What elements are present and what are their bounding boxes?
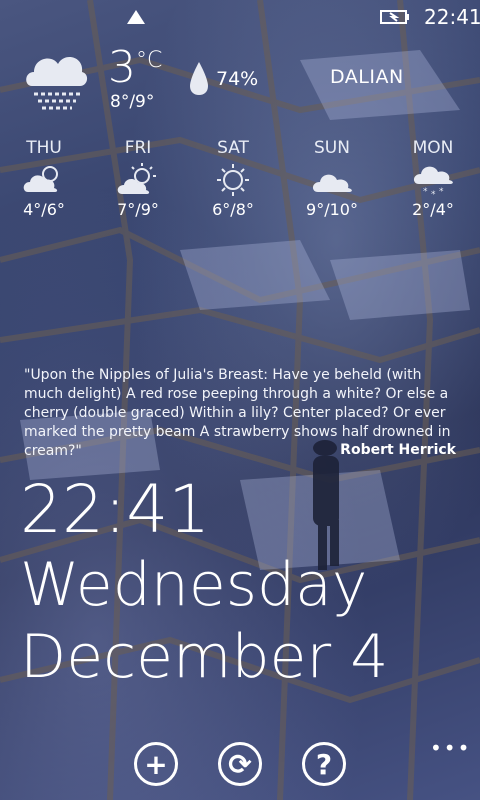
- cloud-icon: [312, 174, 352, 192]
- current-weather[interactable]: 3°C 8°/9° 74% DALIAN: [22, 42, 472, 124]
- add-button[interactable]: +: [134, 742, 178, 786]
- forecast-range: 9°/10°: [306, 200, 358, 219]
- forecast-day-name: THU: [26, 138, 62, 158]
- forecast-day[interactable]: SAT 6°/8°: [193, 138, 273, 219]
- forecast-day[interactable]: THU 4°/6°: [4, 138, 84, 219]
- forecast-range: 2°/4°: [412, 200, 454, 219]
- quote-author: Robert Herrick: [340, 442, 456, 458]
- lock-weekday: Wednesday: [20, 550, 368, 620]
- forecast-day[interactable]: MON * * * 2°/4°: [393, 138, 473, 219]
- refresh-icon: ⟳: [228, 747, 252, 781]
- status-bar: 22:41: [0, 0, 480, 36]
- city-name[interactable]: DALIAN: [330, 66, 404, 88]
- help-icon: ?: [315, 747, 333, 781]
- lock-time: 22:41: [20, 471, 211, 548]
- forecast-day-name: SAT: [217, 138, 249, 158]
- battery-charging-icon: [380, 10, 409, 24]
- app-bar: + ⟳ ? •••: [0, 730, 480, 800]
- svg-text:*: *: [423, 187, 428, 197]
- forecast-day-name: FRI: [124, 138, 152, 158]
- forecast-day-name: SUN: [314, 138, 350, 158]
- status-clock: 22:41: [424, 5, 480, 29]
- help-button[interactable]: ?: [302, 742, 346, 786]
- svg-text:*: *: [431, 190, 436, 198]
- forecast-range: 7°/9°: [117, 200, 159, 219]
- temperature-unit: °C: [136, 48, 163, 73]
- more-options-icon[interactable]: •••: [430, 736, 471, 760]
- forecast-day[interactable]: FRI 7°/9°: [98, 138, 178, 219]
- snow-cloud-icon: * * *: [413, 166, 453, 198]
- current-range: 8°/9°: [110, 92, 155, 112]
- signal-icon: [127, 10, 145, 24]
- plus-icon: +: [144, 747, 168, 781]
- cloud-fog-icon: [26, 57, 88, 110]
- sun-cloud-icon: [117, 163, 156, 194]
- current-temperature: 3°C: [108, 42, 162, 93]
- humidity-value: 74%: [216, 68, 259, 90]
- forecast-row: THU 4°/6° FRI 7°/9° SAT 6°/8° SUN 9°/10°…: [0, 138, 480, 228]
- humidity-drop-icon: [190, 62, 208, 95]
- lock-date: December 4: [20, 622, 389, 692]
- svg-text:*: *: [439, 187, 444, 197]
- refresh-button[interactable]: ⟳: [218, 742, 262, 786]
- sun-icon: [217, 164, 249, 196]
- forecast-range: 4°/6°: [23, 200, 65, 219]
- forecast-day[interactable]: SUN 9°/10°: [292, 138, 372, 219]
- forecast-range: 6°/8°: [212, 200, 254, 219]
- partly-cloudy-icon: [23, 166, 58, 192]
- forecast-day-name: MON: [412, 138, 454, 158]
- temperature-value: 3: [108, 42, 136, 93]
